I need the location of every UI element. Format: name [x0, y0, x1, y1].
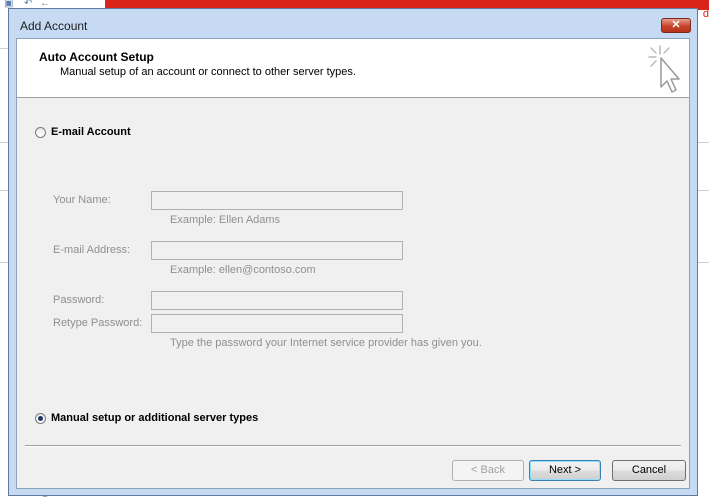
manual-setup-radio[interactable] — [35, 413, 46, 424]
background-divider — [697, 190, 709, 191]
add-account-dialog: Add Account ✕ Auto Account Setup Manual … — [8, 8, 698, 496]
manual-setup-label[interactable]: Manual setup or additional server types — [51, 412, 258, 424]
cancel-button[interactable]: Cancel — [612, 460, 686, 481]
password-label: Password: — [53, 294, 105, 306]
dialog-title: Add Account — [20, 19, 88, 33]
close-button[interactable]: ✕ — [661, 18, 691, 33]
close-icon: ✕ — [671, 19, 681, 31]
page-subtitle: Manual setup of an account or connect to… — [60, 66, 356, 78]
email-account-label[interactable]: E-mail Account — [51, 126, 131, 138]
button-divider — [25, 445, 681, 447]
email-address-input[interactable] — [151, 241, 403, 260]
dialog-titlebar[interactable]: Add Account ✕ — [9, 9, 697, 39]
cursor-sparkle-icon — [648, 45, 680, 93]
background-edge-text: d — [702, 8, 709, 20]
your-name-label: Your Name: — [53, 194, 111, 206]
page-title: Auto Account Setup — [39, 50, 154, 64]
background-divider — [697, 262, 709, 263]
retype-password-input[interactable] — [151, 314, 403, 333]
back-button[interactable]: < Back — [452, 460, 524, 481]
dialog-client-area: Auto Account Setup Manual setup of an ac… — [16, 38, 690, 489]
your-name-hint: Example: Ellen Adams — [170, 214, 281, 226]
your-name-input[interactable] — [151, 191, 403, 210]
email-account-radio[interactable] — [35, 127, 46, 138]
password-input[interactable] — [151, 291, 403, 310]
next-button[interactable]: Next > — [529, 460, 601, 481]
password-hint: Type the password your Internet service … — [170, 337, 482, 349]
email-address-label: E-mail Address: — [53, 244, 131, 256]
background-divider — [697, 142, 709, 143]
retype-password-label: Retype Password: — [53, 317, 143, 329]
email-address-hint: Example: ellen@contoso.com — [170, 264, 316, 276]
wizard-header: Auto Account Setup Manual setup of an ac… — [17, 39, 689, 98]
